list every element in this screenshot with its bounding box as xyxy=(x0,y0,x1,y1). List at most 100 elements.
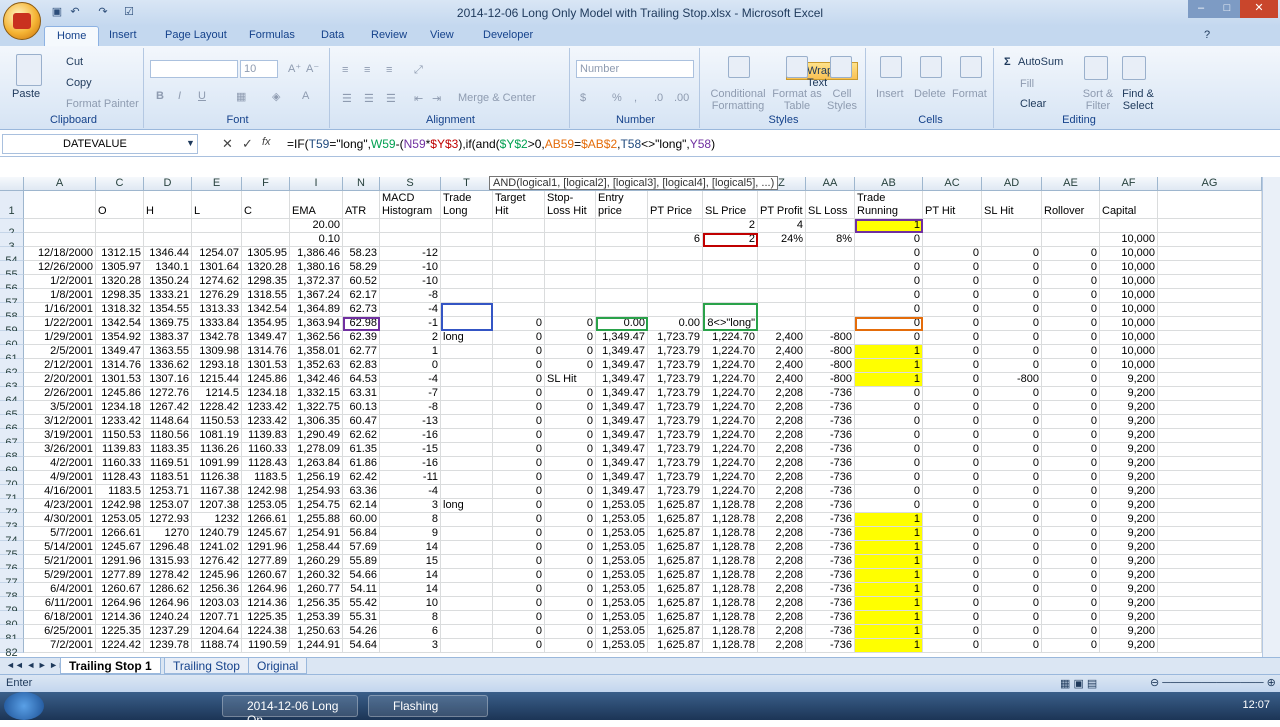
cell[interactable]: 1203.03 xyxy=(192,597,242,611)
cell[interactable]: -16 xyxy=(380,457,441,471)
cell[interactable] xyxy=(441,219,493,233)
cell[interactable] xyxy=(1158,541,1262,555)
cell[interactable]: 0 xyxy=(493,555,545,569)
cell[interactable]: 1253.07 xyxy=(144,499,192,513)
cell[interactable]: 1,253.05 xyxy=(596,625,648,639)
close-button[interactable]: ✕ xyxy=(1240,0,1278,18)
cell[interactable]: 1139.83 xyxy=(242,429,290,443)
cell[interactable]: 1,128.78 xyxy=(703,597,758,611)
cell[interactable]: -800 xyxy=(806,359,855,373)
cell[interactable]: 5/7/2001 xyxy=(24,527,96,541)
cell[interactable]: 12/18/2000 xyxy=(24,247,96,261)
column-title[interactable]: O xyxy=(96,191,144,219)
cell[interactable]: 1,258.44 xyxy=(290,541,343,555)
tab-page-layout[interactable]: Page Layout xyxy=(165,29,227,41)
cell[interactable]: 1307.16 xyxy=(144,373,192,387)
sheet-tab-trailing-stop-1[interactable]: Trailing Stop 1 xyxy=(60,658,161,674)
cell[interactable]: 1,386.46 xyxy=(290,247,343,261)
cell[interactable] xyxy=(493,247,545,261)
cell[interactable]: 8 xyxy=(380,611,441,625)
cell[interactable]: 6 xyxy=(380,625,441,639)
cell[interactable] xyxy=(545,289,596,303)
cell[interactable]: 1342.54 xyxy=(242,303,290,317)
cell[interactable]: 0 xyxy=(1042,527,1100,541)
cell[interactable]: 1,364.89 xyxy=(290,303,343,317)
cell[interactable] xyxy=(703,275,758,289)
cell[interactable]: 1309.98 xyxy=(192,345,242,359)
cell[interactable]: 0 xyxy=(545,527,596,541)
cell[interactable] xyxy=(441,569,493,583)
cell[interactable]: 3/5/2001 xyxy=(24,401,96,415)
view-buttons-icon[interactable]: ▦ ▣ ▤ xyxy=(1060,677,1097,690)
cell[interactable]: 0 xyxy=(982,415,1042,429)
autosum-button[interactable]: AutoSum xyxy=(1018,56,1063,68)
cell[interactable]: 1,723.79 xyxy=(648,471,703,485)
cell[interactable]: 2,400 xyxy=(758,359,806,373)
cell[interactable]: 60.47 xyxy=(343,415,380,429)
cell[interactable]: 9,200 xyxy=(1100,415,1158,429)
cell[interactable] xyxy=(545,261,596,275)
cell[interactable]: 58.29 xyxy=(343,261,380,275)
cell[interactable] xyxy=(648,219,703,233)
cell[interactable]: 2,208 xyxy=(758,611,806,625)
cell[interactable]: 1253.05 xyxy=(242,499,290,513)
cell[interactable]: -736 xyxy=(806,527,855,541)
column-title[interactable]: EMA xyxy=(290,191,343,219)
cell[interactable]: 8% xyxy=(806,233,855,247)
cell[interactable]: 0 xyxy=(1042,611,1100,625)
format-cells-button[interactable]: Format xyxy=(952,88,987,100)
cell[interactable]: 1298.35 xyxy=(242,275,290,289)
cell[interactable]: 1,349.47 xyxy=(596,443,648,457)
column-title[interactable]: Trade Long xyxy=(441,191,493,219)
cell[interactable]: 0 xyxy=(923,303,982,317)
sort-filter-button[interactable]: Sort & Filter xyxy=(1080,88,1116,112)
cell[interactable]: 1,278.09 xyxy=(290,443,343,457)
underline-icon[interactable]: U xyxy=(198,90,206,102)
cell[interactable]: 5/29/2001 xyxy=(24,569,96,583)
cell[interactable]: 0 xyxy=(982,345,1042,359)
cell[interactable]: 0 xyxy=(923,597,982,611)
cell[interactable]: 1267.42 xyxy=(144,401,192,415)
cell[interactable] xyxy=(1158,639,1262,653)
cell[interactable]: -736 xyxy=(806,555,855,569)
cell[interactable]: 0 xyxy=(1042,373,1100,387)
font-color-icon[interactable]: A xyxy=(302,90,309,102)
cell[interactable] xyxy=(1100,219,1158,233)
cell[interactable]: 60.52 xyxy=(343,275,380,289)
cell[interactable]: 1,260.77 xyxy=(290,583,343,597)
cell[interactable]: 0 xyxy=(493,457,545,471)
cell[interactable]: 10,000 xyxy=(1100,289,1158,303)
row-header[interactable]: 65 xyxy=(0,401,24,421)
cell[interactable]: 0 xyxy=(855,303,923,317)
cell[interactable]: 1,625.87 xyxy=(648,527,703,541)
cell[interactable] xyxy=(493,289,545,303)
cell[interactable]: 1333.21 xyxy=(144,289,192,303)
cell[interactable]: 6/18/2001 xyxy=(24,611,96,625)
enter-icon[interactable]: ✓ xyxy=(242,136,253,152)
cell[interactable]: 1183.5 xyxy=(96,485,144,499)
cell[interactable]: 10,000 xyxy=(1100,275,1158,289)
cell[interactable]: 1240.24 xyxy=(144,611,192,625)
column-header-aa[interactable]: AA xyxy=(806,177,855,191)
cell[interactable]: 1,342.46 xyxy=(290,373,343,387)
cell[interactable]: 1207.71 xyxy=(192,611,242,625)
cell[interactable]: 1,352.63 xyxy=(290,359,343,373)
cell[interactable]: 1 xyxy=(855,597,923,611)
cell[interactable] xyxy=(144,233,192,247)
cell[interactable]: 6/25/2001 xyxy=(24,625,96,639)
cell[interactable]: 0 xyxy=(923,457,982,471)
cell[interactable]: 10,000 xyxy=(1100,261,1158,275)
row-header[interactable]: 75 xyxy=(0,541,24,561)
cell[interactable] xyxy=(192,219,242,233)
cell[interactable] xyxy=(441,415,493,429)
cell[interactable]: 0 xyxy=(923,289,982,303)
cell[interactable]: 1,128.78 xyxy=(703,625,758,639)
cell[interactable]: 2,208 xyxy=(758,499,806,513)
cell[interactable]: 1354.55 xyxy=(144,303,192,317)
cell[interactable]: 2,208 xyxy=(758,541,806,555)
column-title[interactable]: Rollover xyxy=(1042,191,1100,219)
column-header-d[interactable]: D xyxy=(144,177,192,191)
checkbox-icon[interactable]: ☑ xyxy=(122,5,136,19)
increase-decimal-icon[interactable]: .0 xyxy=(654,92,663,104)
cell[interactable]: 0 xyxy=(855,275,923,289)
